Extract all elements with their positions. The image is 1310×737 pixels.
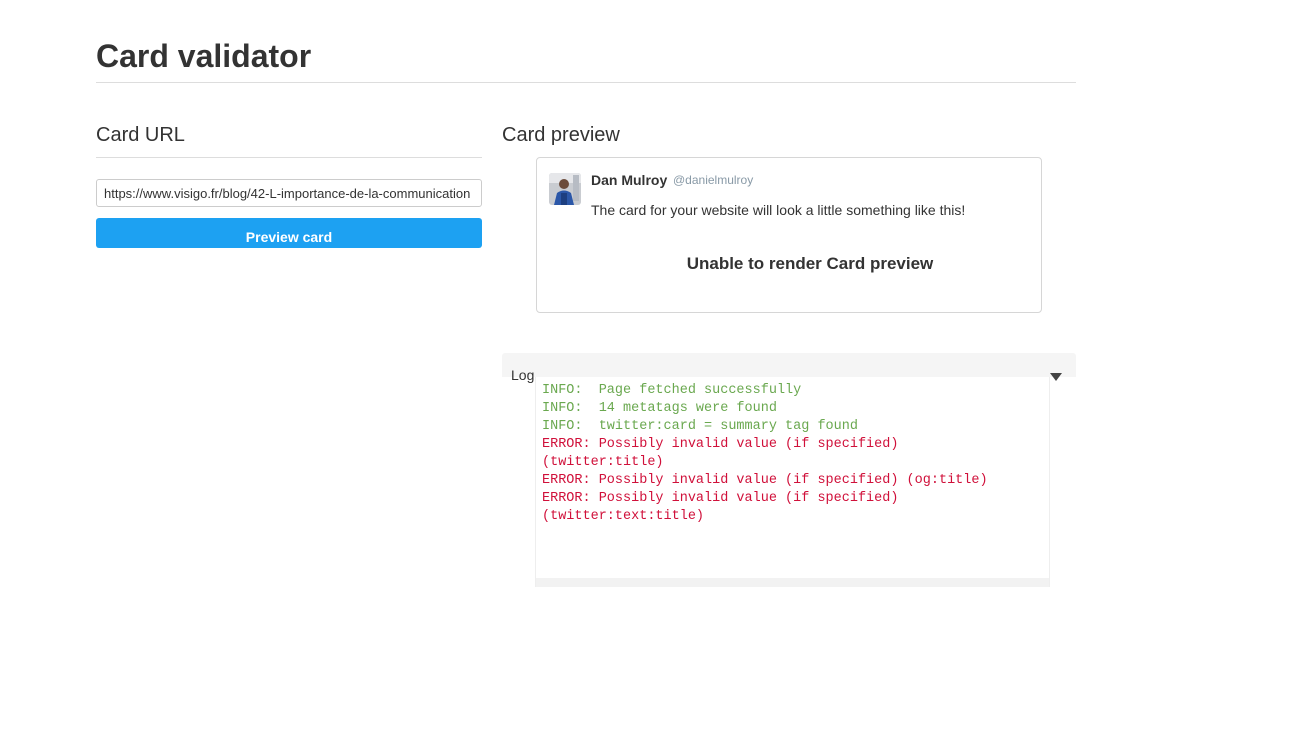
log-label: Log — [511, 367, 535, 383]
avatar — [549, 173, 581, 205]
avatar-image — [549, 173, 581, 205]
log-line-error: ERROR: Possibly invalid value (if specif… — [542, 437, 899, 452]
log-line-error: ERROR: Possibly invalid value (if specif… — [542, 491, 899, 506]
card-url-input[interactable] — [96, 179, 482, 207]
log-line-error: (twitter:title) — [542, 455, 664, 470]
log-line-error: ERROR: Possibly invalid value (if specif… — [542, 473, 988, 488]
log-line-info: INFO: twitter:card = summary tag found — [542, 419, 858, 434]
log-panel: INFO: Page fetched successfully INFO: 14 … — [535, 377, 1050, 587]
author-handle: @danielmulroy — [673, 173, 754, 187]
log-line-info: INFO: 14 metatags were found — [542, 401, 777, 416]
log-line-info: INFO: Page fetched successfully — [542, 383, 802, 398]
card-preview-heading: Card preview — [502, 124, 620, 146]
log-line-error: (twitter:text:title) — [542, 509, 705, 524]
log-footer — [536, 578, 1049, 587]
log-lines: INFO: Page fetched successfully INFO: 14 … — [542, 382, 988, 526]
card-validator-page: Card validator Card URL Preview card Car… — [0, 0, 1310, 737]
chevron-down-icon[interactable] — [1050, 373, 1062, 381]
card-url-heading: Card URL — [96, 124, 185, 146]
title-divider — [96, 82, 1076, 83]
card-preview-box: Dan Mulroy @danielmulroy The card for yo… — [536, 157, 1042, 313]
page-title: Card validator — [96, 38, 312, 74]
log-header[interactable]: Log — [502, 353, 1076, 383]
render-error-message: Unable to render Card preview — [686, 254, 934, 273]
author-name: Dan Mulroy — [591, 172, 668, 188]
preview-card-button[interactable]: Preview card — [96, 218, 482, 248]
card-url-divider — [96, 157, 482, 158]
tweet-text: The card for your website will look a li… — [591, 202, 966, 218]
